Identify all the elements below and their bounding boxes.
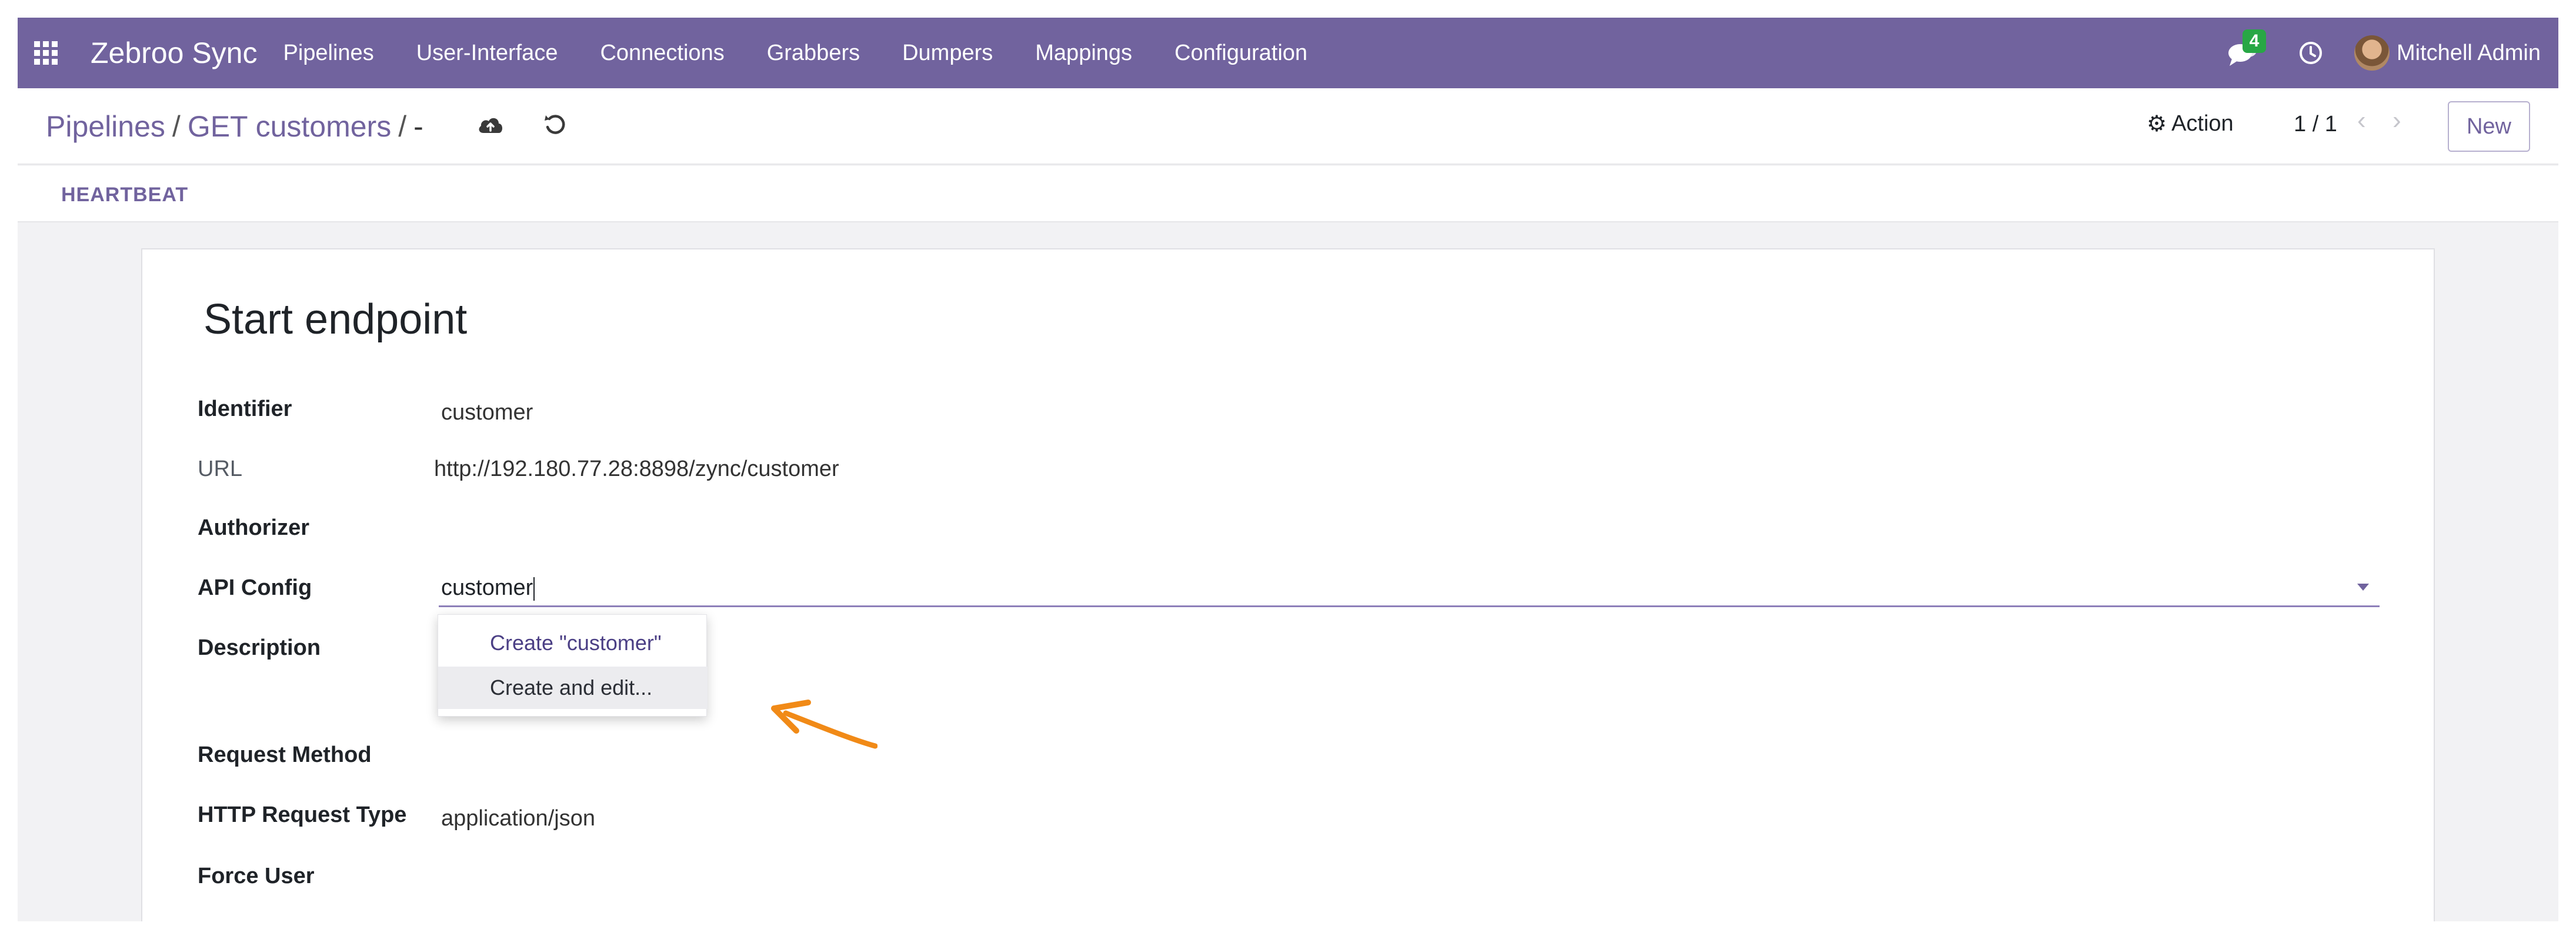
force-user-label: Force User — [198, 864, 315, 888]
autocomplete-dropdown: Create "customer" Create and edit... — [438, 614, 708, 717]
chat-icon[interactable]: 4 — [2225, 29, 2267, 71]
menu-configuration[interactable]: Configuration — [1174, 41, 1307, 66]
form-statusbar: HEARTBEAT — [18, 166, 2558, 222]
pager-value[interactable]: 1 / 1 — [2294, 112, 2337, 137]
navbar-systray: 4 Mitchell Admin — [2225, 18, 2558, 88]
avatar[interactable] — [2354, 35, 2390, 71]
new-button[interactable]: New — [2448, 101, 2530, 152]
chevron-left-icon[interactable]: ‹ — [2357, 106, 2366, 135]
undo-icon[interactable] — [542, 112, 568, 138]
gear-icon: ⚙ — [2147, 112, 2167, 136]
form-sheet: Start endpoint Identifier customer URL h… — [141, 248, 2435, 921]
clock-icon[interactable] — [2293, 35, 2328, 71]
heartbeat-button[interactable]: HEARTBEAT — [61, 184, 188, 207]
cloud-upload-icon[interactable] — [476, 113, 505, 136]
description-label: Description — [198, 635, 321, 660]
breadcrumb-separator: / — [398, 110, 407, 143]
brand-name[interactable]: Zebroo Sync — [91, 36, 257, 70]
breadcrumb-current: - — [413, 110, 423, 143]
menu-grabbers[interactable]: Grabbers — [767, 41, 860, 66]
caret-down-icon[interactable] — [2357, 584, 2369, 591]
menu-user-interface[interactable]: User-Interface — [416, 41, 558, 66]
api-config-value: customer — [441, 575, 533, 600]
top-navbar: Zebroo Sync Pipelines User-Interface Con… — [18, 18, 2558, 88]
create-option[interactable]: Create "customer" — [438, 622, 708, 664]
menu-dumpers[interactable]: Dumpers — [902, 41, 993, 66]
orange-arrow-icon — [771, 700, 877, 749]
menu-mappings[interactable]: Mappings — [1035, 41, 1132, 66]
page-title: Start endpoint — [203, 296, 468, 343]
app-frame: Zebroo Sync Pipelines User-Interface Con… — [18, 18, 2558, 921]
create-and-edit-option[interactable]: Create and edit... — [438, 667, 708, 709]
text-caret — [533, 577, 535, 601]
chevron-right-icon[interactable]: › — [2393, 106, 2401, 135]
url-value: http://192.180.77.28:8898/zync/customer — [434, 457, 839, 481]
identifier-field[interactable]: customer — [441, 400, 533, 425]
breadcrumb-pipelines[interactable]: Pipelines — [46, 109, 165, 144]
control-panel: Pipelines / GET customers / - ⚙ Action 1… — [18, 88, 2558, 165]
breadcrumb-get-customers[interactable]: GET customers — [188, 109, 391, 144]
authorizer-label: Authorizer — [198, 515, 309, 540]
http-request-type-field[interactable]: application/json — [441, 806, 595, 831]
request-method-label: Request Method — [198, 742, 372, 767]
url-label: URL — [198, 457, 243, 481]
menu-pipelines[interactable]: Pipelines — [283, 41, 373, 66]
breadcrumb: Pipelines / GET customers / - — [46, 109, 423, 144]
http-request-type-label: HTTP Request Type — [198, 803, 407, 827]
chat-badge: 4 — [2243, 29, 2267, 53]
api-config-label: API Config — [198, 575, 312, 600]
user-name[interactable]: Mitchell Admin — [2397, 41, 2541, 66]
identifier-label: Identifier — [198, 397, 292, 421]
action-label: Action — [2171, 111, 2234, 136]
api-config-input[interactable]: customer — [439, 572, 2380, 607]
api-config-value-wrap: customer — [441, 575, 535, 601]
apps-grid-icon[interactable] — [18, 18, 74, 88]
action-button[interactable]: ⚙ Action — [2147, 111, 2234, 137]
menu-connections[interactable]: Connections — [600, 41, 724, 66]
breadcrumb-separator: / — [172, 110, 181, 143]
